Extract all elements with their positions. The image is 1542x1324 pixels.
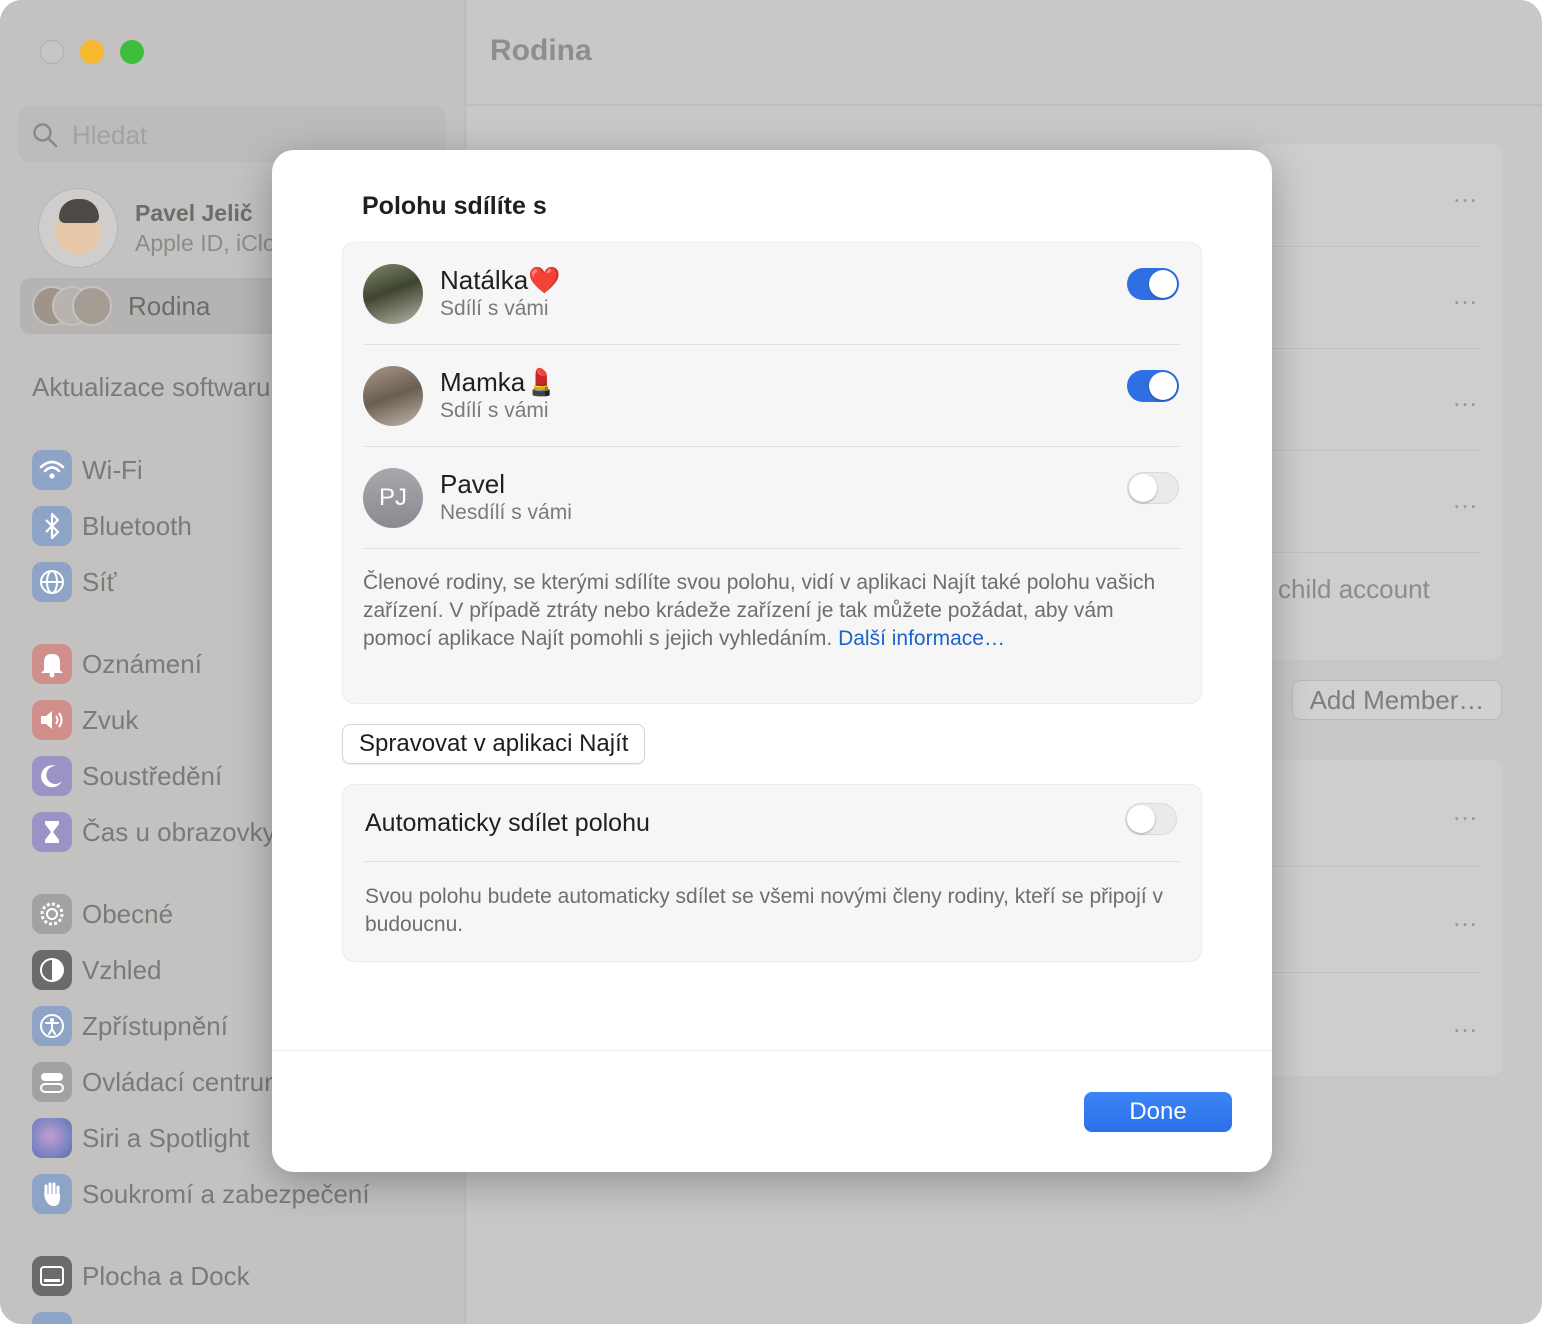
header-divider — [466, 104, 1542, 106]
footer-divider — [272, 1050, 1272, 1051]
family-avatars — [32, 286, 132, 326]
more-button[interactable]: … — [1452, 382, 1480, 413]
sidebar-item-label: Vzhled — [82, 955, 162, 985]
person-row: PJ Pavel Nesdílí s vámi — [363, 447, 1181, 549]
display-icon — [32, 1312, 72, 1324]
sidebar-item-label: Čas u obrazovky — [82, 817, 276, 847]
share-location-toggle[interactable] — [1127, 268, 1179, 300]
avatar — [363, 264, 423, 324]
sidebar-item-privacy-security[interactable]: Soukromí a zabezpečení — [32, 1174, 462, 1214]
siri-icon — [32, 1118, 72, 1158]
person-status: Nesdílí s vámi — [440, 501, 572, 524]
done-button[interactable]: Done — [1084, 1092, 1232, 1132]
person-name: Pavel — [440, 469, 506, 499]
sheet-title: Polohu sdílíte s — [362, 192, 547, 220]
sidebar-item-label: Plocha a Dock — [82, 1261, 250, 1291]
more-button[interactable]: … — [1452, 484, 1480, 515]
zoom-window-button[interactable] — [120, 40, 144, 64]
avatar — [38, 188, 118, 268]
person-status: Sdílí s vámi — [440, 399, 549, 422]
dock-icon — [32, 1256, 72, 1296]
settings-window: Hledat Pavel Jelič Apple ID, iCloud Rodi… — [0, 0, 1542, 1324]
sidebar-item-label: Rodina — [128, 291, 211, 321]
sidebar-item-label: Zpřístupnění — [82, 1011, 228, 1041]
minimize-window-button[interactable] — [80, 40, 104, 64]
appearance-icon — [32, 950, 72, 990]
child-account-text: child account — [1278, 574, 1430, 604]
person-name: Mamka💄 — [440, 367, 558, 397]
more-button[interactable]: … — [1452, 178, 1480, 209]
sidebar-item-software-update[interactable]: Aktualizace softwaru — [32, 372, 270, 403]
accessibility-icon — [32, 1006, 72, 1046]
profile-name: Pavel Jelič — [135, 200, 253, 226]
control-center-icon — [32, 1062, 72, 1102]
sidebar-item-label: Soustředění — [82, 761, 223, 791]
avatar — [363, 366, 423, 426]
hourglass-icon — [32, 812, 72, 852]
person-row: Mamka💄 Sdílí s vámi — [363, 345, 1181, 447]
bluetooth-icon — [32, 506, 72, 546]
more-button[interactable]: … — [1452, 1008, 1480, 1039]
more-button[interactable]: … — [1452, 796, 1480, 827]
search-icon — [33, 123, 58, 148]
sidebar-item-label: Wi-Fi — [82, 455, 143, 485]
sidebar-item-label: Bluetooth — [82, 511, 192, 541]
sidebar-item-label: Síť — [82, 567, 117, 597]
sidebar-item-partial[interactable] — [32, 1312, 462, 1324]
speaker-icon — [32, 700, 72, 740]
window-controls — [40, 40, 144, 64]
share-location-toggle[interactable] — [1127, 472, 1179, 504]
sidebar-item-label: Obecné — [82, 899, 174, 929]
hand-icon — [32, 1174, 72, 1214]
sidebar-item-label: Ovládací centrum — [82, 1067, 286, 1097]
share-location-toggle[interactable] — [1127, 370, 1179, 402]
gear-icon — [32, 894, 72, 934]
search-placeholder: Hledat — [72, 120, 148, 150]
more-button[interactable]: … — [1452, 902, 1480, 933]
auto-share-card: Automaticky sdílet polohu Svou polohu bu… — [342, 784, 1202, 962]
manage-in-find-my-button[interactable]: Spravovat v aplikaci Najít — [342, 724, 646, 764]
info-text: Členové rodiny, se kterými sdílíte svou … — [363, 571, 1156, 650]
sharing-info-text: Členové rodiny, se kterými sdílíte svou … — [363, 569, 1183, 653]
sidebar-item-desktop-dock[interactable]: Plocha a Dock — [32, 1256, 462, 1296]
page-title: Rodina — [490, 34, 592, 67]
person-row: Natálka❤️ Sdílí s vámi — [363, 243, 1181, 345]
bell-icon — [32, 644, 72, 684]
sidebar-item-label: Oznámení — [82, 649, 202, 679]
sidebar-item-label: Zvuk — [82, 705, 139, 735]
wifi-icon — [32, 450, 72, 490]
sidebar-item-label: Soukromí a zabezpečení — [82, 1179, 370, 1209]
globe-icon — [32, 562, 72, 602]
add-member-button[interactable]: Add Member… — [1292, 680, 1502, 720]
close-window-button[interactable] — [40, 40, 64, 64]
person-name: Natálka❤️ — [440, 265, 561, 295]
location-sharing-sheet: Polohu sdílíte s Natálka❤️ Sdílí s vámi … — [272, 150, 1272, 1172]
people-card: Natálka❤️ Sdílí s vámi Mamka💄 Sdílí s vá… — [342, 242, 1202, 704]
moon-icon — [32, 756, 72, 796]
auto-share-toggle[interactable] — [1125, 803, 1177, 835]
more-button[interactable]: … — [1452, 280, 1480, 311]
more-info-link[interactable]: Další informace… — [838, 627, 1005, 650]
person-status: Sdílí s vámi — [440, 297, 549, 320]
avatar: PJ — [363, 468, 423, 528]
auto-share-label: Automaticky sdílet polohu — [365, 809, 650, 837]
auto-share-info: Svou polohu budete automaticky sdílet se… — [365, 885, 1163, 936]
sidebar-item-label: Siri a Spotlight — [82, 1123, 250, 1153]
